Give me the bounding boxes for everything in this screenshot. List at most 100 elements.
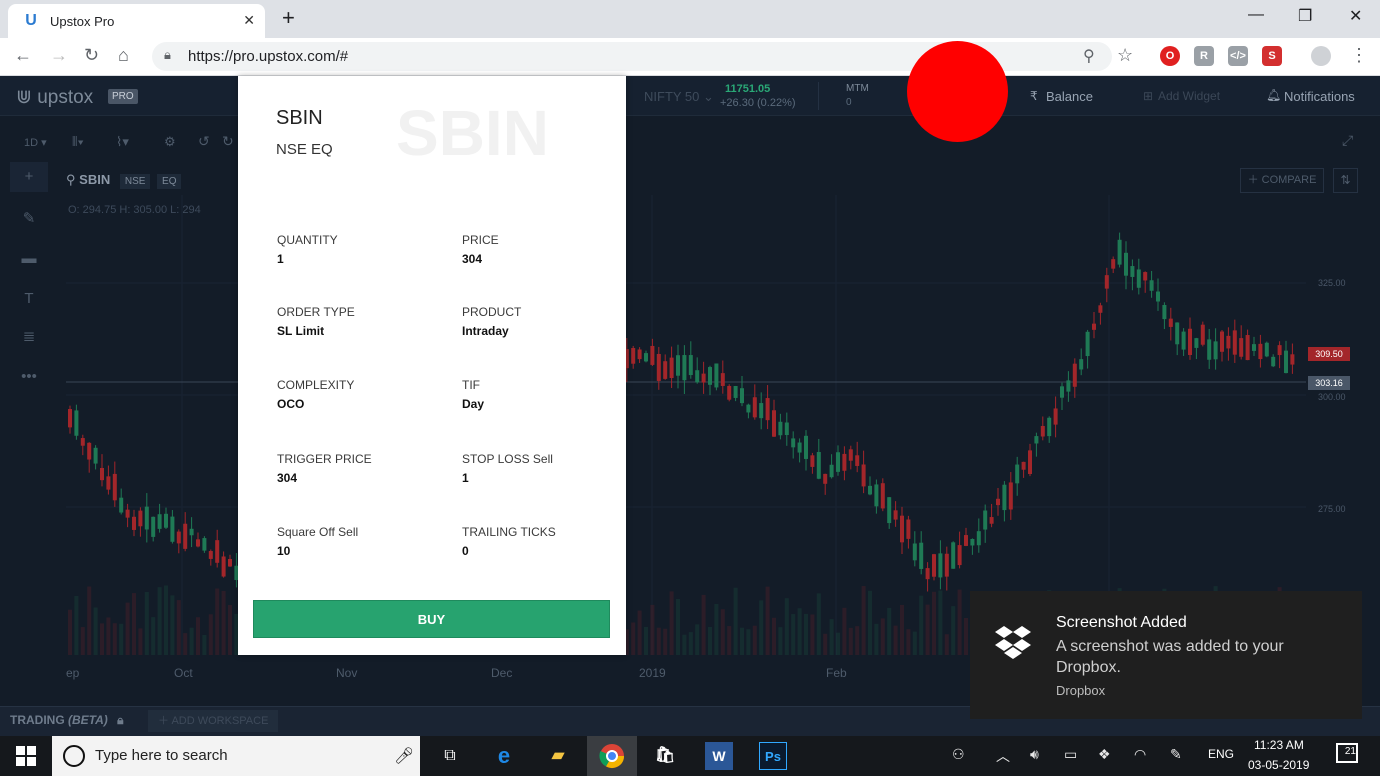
people-icon[interactable]: ⚇ bbox=[952, 746, 965, 763]
bookmark-star-icon[interactable]: ☆ bbox=[1117, 45, 1133, 66]
windows-start-icon[interactable] bbox=[16, 746, 36, 766]
seo-extension-icon[interactable]: S bbox=[1262, 46, 1282, 66]
lock-icon[interactable]: 🔒︎ bbox=[164, 47, 171, 63]
candle-body bbox=[1271, 356, 1276, 367]
volume-bar bbox=[682, 634, 687, 655]
show-hidden-icons-chevron[interactable]: ︿ bbox=[996, 746, 1010, 766]
task-view-icon[interactable]: ⧉ bbox=[436, 742, 464, 770]
candle-body bbox=[1245, 335, 1250, 361]
balance-button[interactable]: Balance bbox=[1046, 89, 1093, 104]
redo-icon[interactable]: ↻ bbox=[222, 133, 234, 150]
pen-icon[interactable]: ✎ bbox=[1170, 746, 1182, 763]
add-widget-button[interactable]: Add Widget bbox=[1158, 89, 1220, 103]
opera-extension-icon[interactable]: O bbox=[1160, 46, 1180, 66]
x-axis-label: Oct bbox=[174, 666, 193, 680]
candle-body bbox=[1168, 318, 1173, 327]
volume-bar bbox=[906, 629, 911, 655]
volume-bar bbox=[727, 626, 732, 655]
candle-body bbox=[144, 506, 149, 530]
expand-icon[interactable]: ⤢ bbox=[1342, 132, 1353, 149]
buy-button[interactable]: BUY bbox=[253, 600, 610, 638]
microphone-icon[interactable]: 🎤︎ bbox=[394, 746, 414, 766]
candle-body bbox=[1277, 345, 1282, 356]
tab-close-icon[interactable]: ✕ bbox=[243, 12, 255, 29]
reload-icon[interactable]: ↻ bbox=[84, 45, 99, 66]
candle-body bbox=[900, 515, 904, 543]
minimize-button[interactable]: — bbox=[1248, 6, 1264, 24]
back-arrow-icon[interactable]: ← bbox=[14, 45, 32, 66]
volume-bar bbox=[189, 627, 194, 655]
order-exchange-segment: NSE EQ bbox=[276, 141, 333, 158]
browser-tab[interactable]: U Upstox Pro ✕ bbox=[8, 4, 265, 38]
interval-selector[interactable]: 1D ▾ bbox=[24, 136, 47, 149]
candle-body bbox=[1290, 354, 1295, 365]
volume-bar bbox=[784, 598, 789, 655]
candle-body bbox=[784, 422, 789, 436]
trailing-ticks-label: TRAILING TICKS bbox=[462, 525, 556, 539]
clock-time[interactable]: 11:23 AM bbox=[1254, 738, 1304, 752]
extension-r-icon[interactable]: R bbox=[1194, 46, 1214, 66]
more-tools-icon[interactable]: ••• bbox=[10, 362, 48, 392]
edge-icon[interactable]: e bbox=[490, 742, 518, 770]
candle-body bbox=[880, 483, 885, 509]
candle-body bbox=[1220, 331, 1224, 352]
add-workspace-button[interactable]: ＋ ADD WORKSPACE bbox=[148, 710, 279, 732]
chrome-icon[interactable] bbox=[598, 742, 626, 770]
text-tool-icon[interactable]: T bbox=[10, 284, 48, 314]
word-icon[interactable]: W bbox=[705, 742, 733, 770]
language-indicator[interactable]: ENG bbox=[1208, 747, 1234, 761]
order-symbol: SBIN bbox=[276, 107, 323, 129]
undo-icon[interactable]: ↺ bbox=[198, 133, 210, 150]
symbol-bar[interactable]: ⚲ SBIN NSE EQ bbox=[66, 172, 182, 189]
volume-bar bbox=[631, 622, 636, 655]
forward-arrow-icon[interactable]: → bbox=[50, 45, 68, 66]
dropbox-tray-icon[interactable]: ❖ bbox=[1098, 746, 1111, 763]
compare-button[interactable]: ＋ COMPARE bbox=[1240, 168, 1324, 193]
candle-body bbox=[164, 513, 168, 528]
price-value: 304 bbox=[462, 252, 483, 266]
settings-gear-icon[interactable]: ⚙ bbox=[164, 134, 176, 150]
volume-bar bbox=[893, 625, 898, 655]
battery-icon[interactable]: ▭ bbox=[1064, 746, 1077, 763]
volume-bar bbox=[944, 634, 949, 655]
volume-icon[interactable]: 🔊︎ bbox=[1030, 746, 1039, 763]
sort-swap-icon[interactable]: ⇅ bbox=[1333, 168, 1358, 193]
candle-body bbox=[215, 540, 220, 563]
volume-bar bbox=[778, 627, 783, 655]
store-icon[interactable]: 🛍︎ bbox=[651, 742, 679, 770]
x-axis-label: 2019 bbox=[639, 666, 666, 680]
zoom-icon[interactable]: ⚲ bbox=[1083, 46, 1095, 66]
restore-button[interactable]: ❐ bbox=[1298, 6, 1312, 26]
candle-type-icon[interactable]: ⫴▾ bbox=[72, 134, 84, 150]
notifications-button[interactable]: Notifications bbox=[1284, 89, 1355, 104]
candle-body bbox=[829, 464, 834, 478]
rectangle-icon[interactable]: ▬ bbox=[10, 244, 48, 274]
candle-body bbox=[669, 357, 674, 379]
photoshop-icon[interactable]: Ps bbox=[759, 742, 787, 770]
menu-kebab-icon[interactable]: ⋮ bbox=[1350, 45, 1368, 66]
url-text[interactable]: https://pro.upstox.com/# bbox=[188, 48, 348, 65]
search-placeholder[interactable]: Type here to search bbox=[95, 747, 228, 764]
pencil-icon[interactable]: ✎ bbox=[10, 204, 48, 234]
crosshair-icon[interactable]: + bbox=[10, 162, 48, 192]
profile-avatar[interactable] bbox=[1311, 46, 1331, 66]
wifi-icon[interactable]: ◠ bbox=[1134, 746, 1146, 763]
nifty-selector[interactable]: NIFTY 50 ⌄ bbox=[644, 89, 714, 105]
clock-date[interactable]: 03-05-2019 bbox=[1248, 758, 1309, 772]
code-extension-icon[interactable]: </> bbox=[1228, 46, 1248, 66]
candle-body bbox=[106, 476, 111, 490]
action-center-icon[interactable]: 21 bbox=[1336, 743, 1358, 763]
candle-body bbox=[848, 449, 853, 461]
candle-body bbox=[1015, 464, 1020, 484]
new-tab-button[interactable]: + bbox=[282, 5, 295, 31]
file-explorer-icon[interactable]: ▰ bbox=[544, 742, 572, 770]
fib-lines-icon[interactable]: ≣ bbox=[10, 322, 48, 352]
close-window-button[interactable]: ✕ bbox=[1349, 6, 1362, 26]
stop-loss-value: 1 bbox=[462, 471, 469, 485]
lock-icon[interactable]: 🔒︎ bbox=[117, 713, 123, 727]
symbol-watermark: SBIN bbox=[396, 97, 549, 169]
candle-body bbox=[1226, 335, 1231, 349]
indicator-icon[interactable]: ⌇▾ bbox=[116, 134, 129, 150]
home-icon[interactable]: ⌂ bbox=[118, 45, 129, 66]
volume-bar bbox=[816, 593, 821, 655]
